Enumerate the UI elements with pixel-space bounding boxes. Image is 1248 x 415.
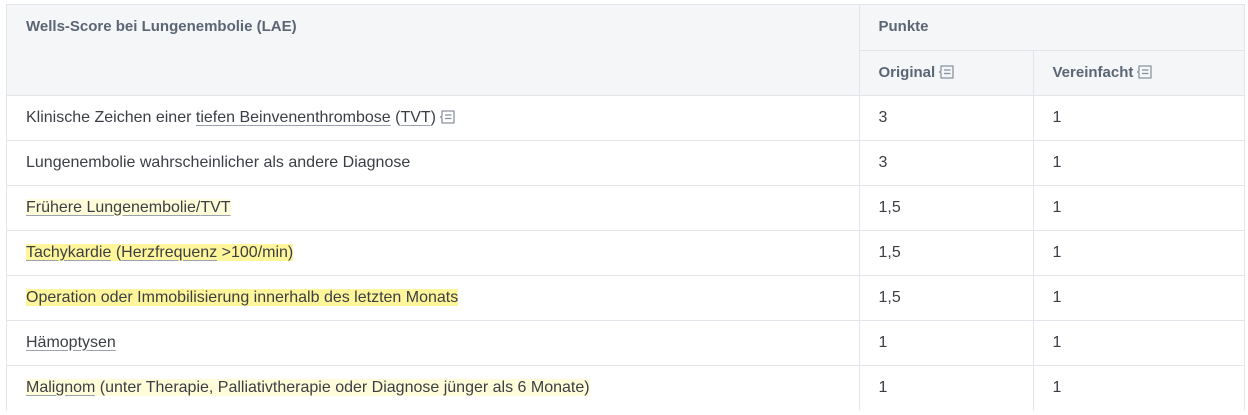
table-row: Hämoptysen 1 1 (7, 319, 1245, 365)
criterion-text: ) (430, 108, 436, 126)
note-icon[interactable] (439, 109, 457, 125)
column-header-simplified-label: Vereinfacht (1052, 64, 1134, 81)
simplified-points-cell: 1 (1033, 274, 1245, 320)
criterion-text: ( (390, 108, 401, 126)
original-points-cell: 1 (859, 364, 1034, 410)
table-row: Frühere Lungenembolie/TVT 1,5 1 (7, 184, 1245, 230)
original-points-cell: 1 (859, 319, 1034, 365)
table-row: Tachykardie (Herzfrequenz >100/min) 1,5 … (7, 229, 1245, 275)
criterion-cell: Tachykardie (Herzfrequenz >100/min) (7, 229, 860, 275)
table-row: Lungenembolie wahrscheinlicher als ander… (7, 139, 1245, 185)
simplified-points-cell: 1 (1033, 229, 1245, 275)
original-points-cell: 3 (859, 94, 1034, 140)
table-row: Operation oder Immobilisierung innerhalb… (7, 274, 1245, 320)
criterion-text: (unter Therapie, Palliativtherapie oder … (95, 378, 590, 396)
simplified-points-cell: 1 (1033, 139, 1245, 185)
table-row: Malignom (unter Therapie, Palliativthera… (7, 364, 1245, 410)
column-header-original-label: Original (878, 64, 936, 81)
criterion-cell: Lungenembolie wahrscheinlicher als ander… (7, 139, 860, 185)
column-header-simplified: Vereinfacht (1033, 50, 1245, 95)
link-tvt[interactable]: TVT (200, 198, 231, 216)
link-tvt[interactable]: TVT (400, 109, 430, 126)
points-header: Punkte (859, 5, 1245, 51)
link-haemoptysen[interactable]: Hämoptysen (26, 334, 116, 351)
criterion-text: Klinische Zeichen einer (26, 108, 196, 126)
original-points-cell: 1,5 (859, 274, 1034, 320)
simplified-points-cell: 1 (1033, 364, 1245, 410)
table-title: Wells-Score bei Lungenembolie (LAE) (7, 5, 860, 95)
criterion-cell: Klinische Zeichen einer tiefen Beinvenen… (7, 94, 860, 140)
original-points-cell: 3 (859, 139, 1034, 185)
original-points-cell: 1,5 (859, 229, 1034, 275)
link-tachykardie[interactable]: Tachykardie (26, 243, 112, 261)
simplified-points-cell: 1 (1033, 184, 1245, 230)
note-icon[interactable] (1136, 64, 1154, 80)
link-fruehere-lungenembolie[interactable]: Frühere Lungenembolie/ (26, 198, 201, 216)
table-header: Wells-Score bei Lungenembolie (LAE) Punk… (7, 5, 1245, 95)
wells-score-table-card: Wells-Score bei Lungenembolie (LAE) Punk… (6, 4, 1245, 410)
criterion-cell: Malignom (unter Therapie, Palliativthera… (7, 364, 860, 410)
table-row: Klinische Zeichen einer tiefen Beinvenen… (7, 94, 1245, 140)
original-points-cell: 1,5 (859, 184, 1034, 230)
link-herzfrequenz[interactable]: Herzfrequenz (121, 243, 218, 261)
criterion-cell: Operation oder Immobilisierung innerhalb… (7, 274, 860, 320)
link-tiefen-beinvenenthrombose[interactable]: tiefen Beinvenenthrombose (196, 109, 391, 126)
criterion-text: Operation oder Immobilisierung innerhalb… (26, 288, 459, 306)
link-malignom[interactable]: Malignom (26, 378, 96, 396)
wells-score-table: Wells-Score bei Lungenembolie (LAE) Punk… (7, 5, 1245, 410)
column-header-original: Original (859, 50, 1034, 95)
criterion-text: ( (111, 243, 122, 261)
criterion-cell: Frühere Lungenembolie/TVT (7, 184, 860, 230)
criterion-text: >100/min) (217, 243, 294, 261)
simplified-points-cell: 1 (1033, 94, 1245, 140)
note-icon[interactable] (938, 64, 956, 80)
criterion-cell: Hämoptysen (7, 319, 860, 365)
simplified-points-cell: 1 (1033, 319, 1245, 365)
